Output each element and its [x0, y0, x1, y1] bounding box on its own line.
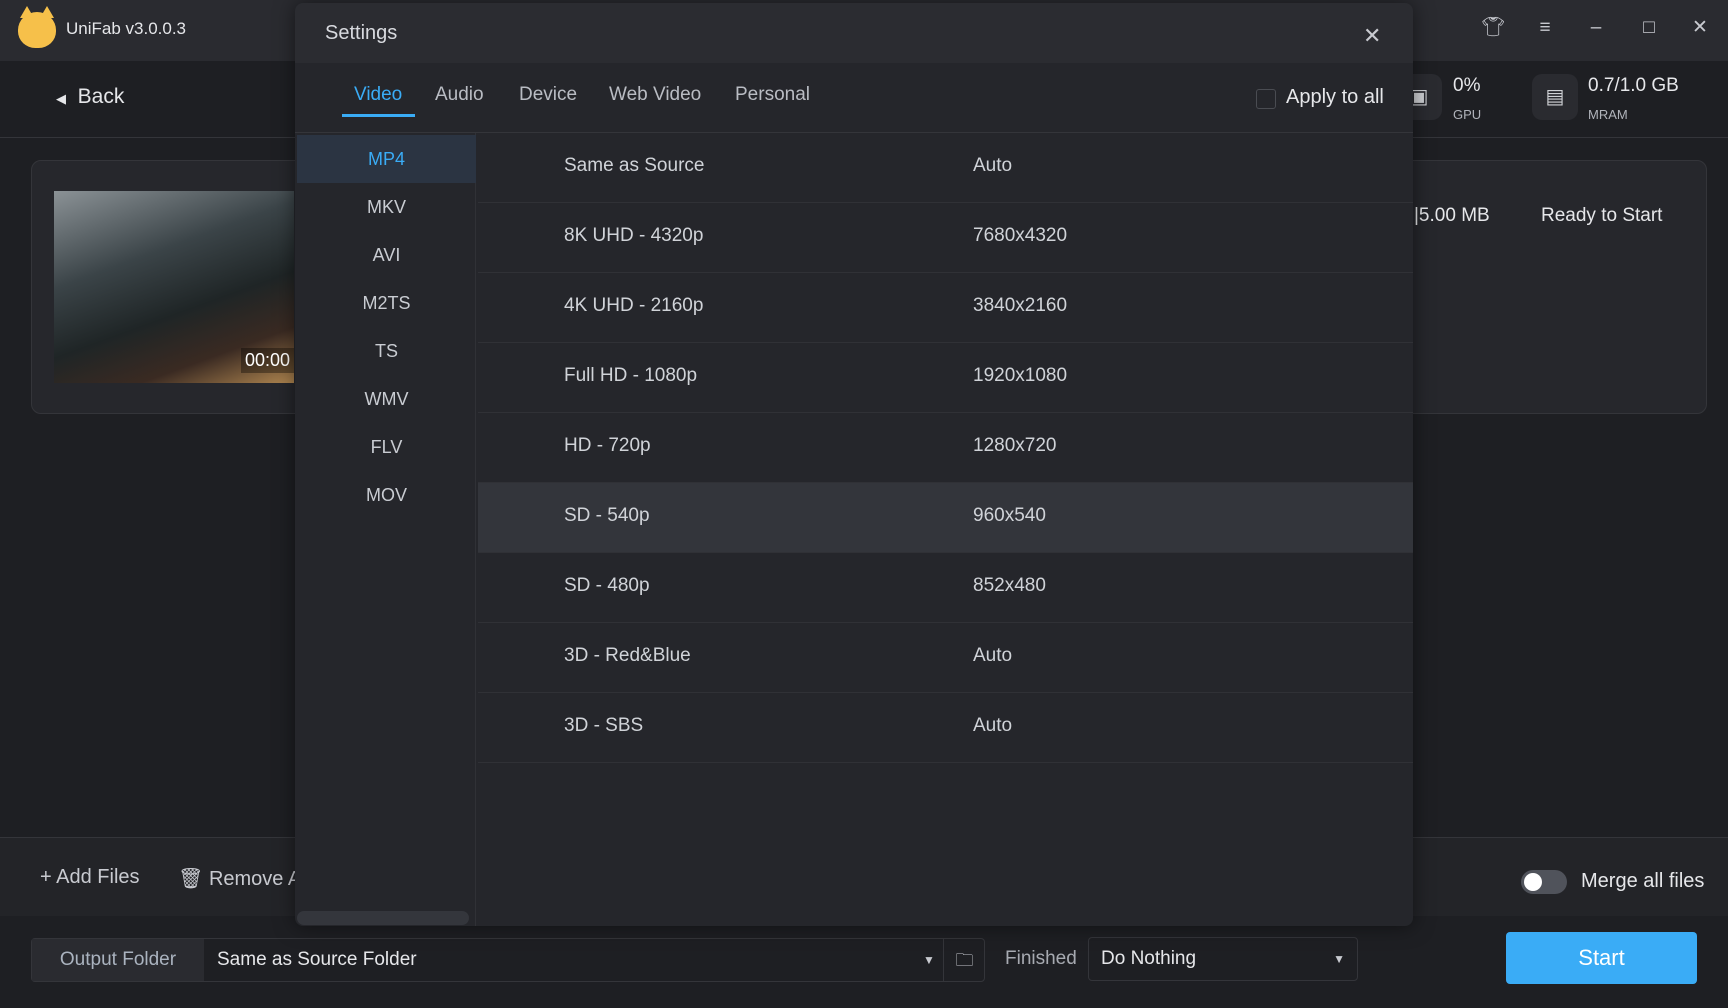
resolution-row[interactable]: SD - 540p 960x540 [478, 483, 1413, 553]
resolution-name: Same as Source [564, 155, 705, 176]
gpu-value: 0% [1453, 75, 1481, 96]
back-button[interactable]: ◀ Back [56, 85, 124, 109]
format-item-flv[interactable]: FLV [297, 423, 476, 471]
tab-device[interactable]: Device [519, 84, 577, 106]
resolution-row[interactable]: HD - 720p 1280x720 [478, 413, 1413, 483]
unifab-logo [18, 6, 56, 48]
format-item-mkv[interactable]: MKV [297, 183, 476, 231]
tab-personal[interactable]: Personal [735, 84, 810, 106]
output-folder-select[interactable]: Same as Source Folder [217, 939, 417, 981]
minimize-icon[interactable]: – [1584, 16, 1608, 40]
resolution-value: 960x540 [973, 505, 1046, 526]
format-item-ts[interactable]: TS [297, 327, 476, 375]
close-icon[interactable]: ✕ [1688, 16, 1712, 40]
output-folder-label: Output Folder [32, 939, 204, 981]
video-duration: 00:00 [240, 348, 294, 373]
resolution-name: SD - 480p [564, 575, 650, 596]
apply-to-all-checkbox[interactable] [1256, 89, 1276, 109]
format-item-wmv[interactable]: WMV [297, 375, 476, 423]
file-size: |5.00 MB [1414, 205, 1490, 226]
scrollbar[interactable] [297, 911, 469, 925]
tab-audio[interactable]: Audio [435, 84, 484, 106]
tab-web-video[interactable]: Web Video [609, 84, 701, 106]
output-folder-row: Output Folder Same as Source Folder ▼ 🗀︎ [31, 938, 985, 982]
resolution-row[interactable]: 4K UHD - 2160p 3840x2160 [478, 273, 1413, 343]
format-item-mp4[interactable]: MP4 [297, 135, 476, 183]
resolution-name: 3D - Red&Blue [564, 645, 691, 666]
resolution-row[interactable]: Same as Source Auto [478, 133, 1413, 203]
apply-to-all-label[interactable]: Apply to all [1286, 86, 1384, 109]
maximize-icon[interactable]: □ [1637, 16, 1661, 40]
resolution-row[interactable]: 8K UHD - 4320p 7680x4320 [478, 203, 1413, 273]
finished-label: Finished [1005, 948, 1077, 969]
add-files-button[interactable]: + Add Files [40, 866, 140, 889]
gpu-label: GPU [1453, 107, 1482, 122]
finished-action-select[interactable]: Do Nothing ▼ [1088, 937, 1358, 981]
app-title: UniFab v3.0.0.3 [66, 19, 187, 38]
video-thumbnail[interactable]: 00:00 [54, 191, 294, 383]
resolution-value: 7680x4320 [973, 225, 1068, 246]
chevron-down-icon[interactable]: ▼ [923, 953, 935, 967]
trash-icon: 🗑︎ [178, 868, 204, 890]
merge-toggle[interactable] [1521, 870, 1567, 894]
resolution-row[interactable]: 3D - SBS Auto [478, 693, 1413, 763]
resolution-value: Auto [973, 645, 1013, 666]
resolution-row[interactable]: Full HD - 1080p 1920x1080 [478, 343, 1413, 413]
chevron-down-icon: ▼ [1333, 952, 1345, 966]
settings-dialog: Settings ✕ Video Audio Device Web Video … [295, 3, 1413, 926]
resolution-value: Auto [973, 715, 1013, 736]
active-tab-indicator [342, 114, 415, 117]
resolution-name: Full HD - 1080p [564, 365, 698, 386]
format-item-avi[interactable]: AVI [297, 231, 476, 279]
dialog-header [295, 3, 1413, 63]
folder-icon[interactable]: 🗀︎ [943, 939, 985, 981]
format-list: MP4 MKV AVI M2TS TS WMV FLV MOV [297, 133, 476, 926]
tab-video[interactable]: Video [354, 84, 402, 106]
resolution-value: 3840x2160 [973, 295, 1068, 316]
add-files-label: Add Files [56, 866, 140, 888]
remove-label: Remove A [208, 868, 302, 890]
merge-label: Merge all files [1581, 870, 1705, 892]
dialog-title: Settings [325, 22, 398, 44]
back-label: Back [77, 85, 125, 108]
resolution-name: SD - 540p [564, 505, 650, 526]
resolution-name: HD - 720p [564, 435, 651, 456]
remove-all-button[interactable]: 🗑︎ Remove A [178, 866, 301, 891]
resolution-value: Auto [973, 155, 1013, 176]
shirt-icon[interactable]: 👕︎ [1481, 16, 1505, 40]
resolution-value: 1920x1080 [973, 365, 1068, 386]
close-icon[interactable]: ✕ [1363, 23, 1381, 49]
resolution-row[interactable]: 3D - Red&Blue Auto [478, 623, 1413, 693]
start-button[interactable]: Start [1506, 932, 1697, 984]
mram-value: 0.7/1.0 GB [1588, 75, 1679, 96]
mram-label: MRAM [1588, 107, 1628, 122]
resolution-row[interactable]: SD - 480p 852x480 [478, 553, 1413, 623]
resolution-name: 4K UHD - 2160p [564, 295, 704, 316]
format-item-m2ts[interactable]: M2TS [297, 279, 476, 327]
file-status: Ready to Start [1541, 205, 1663, 226]
resolution-name: 3D - SBS [564, 715, 644, 736]
plus-icon: + [40, 866, 52, 888]
menu-icon[interactable]: ≡ [1533, 16, 1557, 40]
resolution-value: 1280x720 [973, 435, 1057, 456]
caret-left-icon: ◀ [56, 91, 66, 106]
finished-action-value: Do Nothing [1101, 948, 1197, 969]
format-item-mov[interactable]: MOV [297, 471, 476, 519]
resolution-value: 852x480 [973, 575, 1046, 596]
memory-icon: ▤ [1532, 74, 1578, 120]
resolution-name: 8K UHD - 4320p [564, 225, 704, 246]
